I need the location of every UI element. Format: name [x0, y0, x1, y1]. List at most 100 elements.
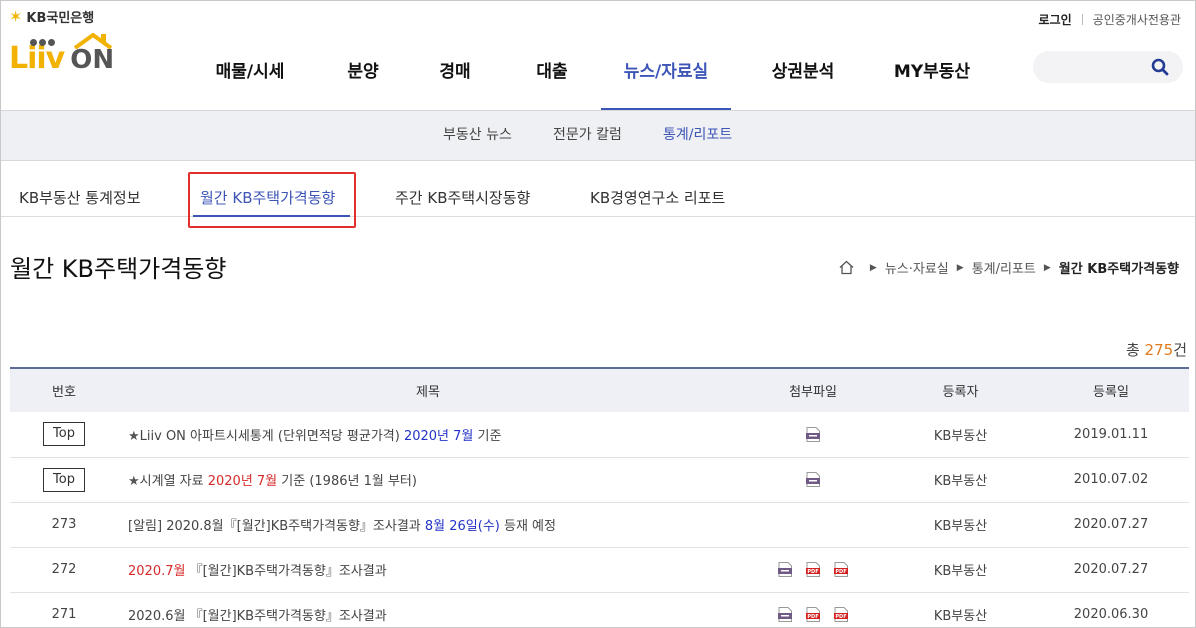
hwp-file-icon[interactable] — [806, 472, 820, 487]
row-number: 272 — [51, 562, 77, 577]
header-title: 제목 — [118, 367, 738, 412]
row-attachment-cell — [738, 457, 888, 503]
title-text: 8월 26일(수) — [424, 519, 500, 534]
svg-text:PDF: PDF — [807, 569, 818, 575]
utility-links: 로그인 공인중개사전용관 — [1039, 11, 1181, 28]
pdf-file-icon[interactable]: PDF — [806, 562, 820, 577]
title-text: 2020년 7월 — [403, 428, 474, 444]
breadcrumb-news[interactable]: 뉴스·자료실 — [885, 258, 949, 277]
kb-bank-label: KB국민은행 — [26, 11, 95, 26]
active-tab-underline — [193, 215, 350, 217]
star-icon: ★ — [128, 474, 140, 489]
svg-text:PDF: PDF — [835, 614, 846, 620]
hwp-file-icon[interactable] — [778, 562, 792, 577]
total-prefix: 총 — [1125, 341, 1145, 359]
row-number-cell: Top — [10, 457, 118, 503]
row-number: 271 — [51, 607, 77, 622]
pdf-file-icon[interactable]: PDF — [834, 607, 848, 622]
kb-bank-logo[interactable]: ✶ KB국민은행 — [9, 7, 94, 26]
gnb-item-commercial[interactable]: 상권분석 — [731, 41, 875, 111]
top-badge: Top — [43, 467, 85, 492]
title-text: [알림] 2020.8월『[월간]KB주택가격동향』조사결과 — [128, 519, 425, 534]
house-roof-icon — [74, 33, 113, 49]
row-title-link[interactable]: [알림] 2020.8월『[월간]KB주택가격동향』조사결과 8월 26일(수)… — [118, 502, 738, 548]
row-attachment-cell: PDF PDF — [738, 547, 888, 593]
gnb-item-listings[interactable]: 매물/시세 — [181, 41, 319, 111]
search-box — [1033, 51, 1183, 83]
breadcrumb-arrow-icon: ▶ — [1043, 262, 1051, 273]
table-row[interactable]: 273 [알림] 2020.8월『[월간]KB주택가격동향』조사결과 8월 26일… — [10, 502, 1189, 548]
header-attachment: 첨부파일 — [738, 367, 888, 412]
subnav-item-news[interactable]: 부동산 뉴스 — [443, 124, 512, 144]
breadcrumb-current: 월간 KB주택가격동향 — [1058, 262, 1179, 277]
row-attachment-cell: PDF PDF — [738, 592, 888, 628]
pdf-file-icon[interactable]: PDF — [806, 607, 820, 622]
row-title-link[interactable]: ★시계열 자료 2020년 7월 기준 (1986년 1월 부터) — [118, 457, 738, 503]
breadcrumb-arrow-icon: ▶ — [956, 262, 964, 273]
gnb-item-my[interactable]: MY부동산 — [875, 41, 989, 111]
row-author: KB부동산 — [888, 412, 1033, 458]
pdf-file-icon[interactable]: PDF — [834, 562, 848, 577]
breadcrumb-arrow-icon: ▶ — [869, 262, 877, 273]
search-icon[interactable] — [1151, 58, 1169, 76]
search-input[interactable] — [1033, 51, 1143, 83]
table-body: Top ★Liiv ON 아파트시세통계 (단위면적당 평균가격) 2020년 7… — [10, 412, 1189, 628]
logo-on-text: ON — [70, 33, 115, 75]
title-text: 2020.6월 『[월간]KB주택가격동향』조사결과 — [128, 609, 387, 624]
logo-on-label: ON — [70, 45, 115, 75]
kb-star-icon: ✶ — [9, 7, 23, 26]
table-row[interactable]: 271 2020.6월 『[월간]KB주택가격동향』조사결과 PDF PDF KB부동산… — [10, 592, 1189, 628]
row-number-cell: 272 — [10, 547, 118, 593]
page-title: 월간 KB주택가격동향 — [10, 255, 227, 283]
row-date: 2010.07.02 — [1033, 457, 1189, 503]
home-icon[interactable] — [839, 260, 854, 275]
row-date: 2019.01.11 — [1033, 412, 1189, 458]
svg-text:PDF: PDF — [835, 569, 846, 575]
row-title-link[interactable]: ★Liiv ON 아파트시세통계 (단위면적당 평균가격) 2020년 7월 기… — [118, 412, 738, 458]
gnb-item-news[interactable]: 뉴스/자료실 — [601, 41, 731, 111]
header-author: 등록자 — [888, 367, 1033, 412]
tab-weekly-housing-market[interactable]: 주간 KB주택시장동향 — [395, 187, 530, 208]
tab-monthly-housing-price[interactable]: 월간 KB주택가격동향 — [200, 187, 335, 208]
hwp-file-icon[interactable] — [778, 607, 792, 622]
breadcrumb: ▶ 뉴스·자료실 ▶ 통계/리포트 ▶ 월간 KB주택가격동향 — [839, 258, 1179, 277]
agent-center-link[interactable]: 공인중개사전용관 — [1093, 11, 1181, 28]
row-number-cell: 271 — [10, 592, 118, 628]
sub-navigation: 부동산 뉴스 전문가 칼럼 통계/리포트 — [1, 110, 1195, 161]
liiv-on-logo[interactable]: Liiv ON — [9, 33, 115, 76]
subnav-item-reports[interactable]: 통계/리포트 — [663, 124, 732, 144]
table-row[interactable]: 272 2020.7월 『[월간]KB주택가격동향』조사결과 PDF PDF KB부동산… — [10, 547, 1189, 593]
gnb-item-presale[interactable]: 분양 — [319, 41, 407, 111]
table-row[interactable]: Top ★Liiv ON 아파트시세통계 (단위면적당 평균가격) 2020년 7… — [10, 412, 1189, 458]
table-header-row: 번호 제목 첨부파일 등록자 등록일 — [10, 367, 1189, 412]
row-number-cell: 273 — [10, 502, 118, 548]
row-attachment-cell — [738, 412, 888, 458]
title-text: 기준 (1986년 1월 부터) — [277, 474, 417, 489]
row-title-link[interactable]: 2020.7월 『[월간]KB주택가격동향』조사결과 — [118, 547, 738, 593]
gnb-item-loan[interactable]: 대출 — [503, 41, 601, 111]
row-author: KB부동산 — [888, 457, 1033, 503]
title-text: 등재 예정 — [499, 519, 556, 534]
row-title-link[interactable]: 2020.6월 『[월간]KB주택가격동향』조사결과 — [118, 592, 738, 628]
header-number: 번호 — [10, 367, 118, 412]
total-count: 총 275건 — [1126, 339, 1187, 360]
header-date: 등록일 — [1033, 367, 1189, 412]
breadcrumb-reports[interactable]: 통계/리포트 — [972, 258, 1036, 277]
tab-kb-statistics[interactable]: KB부동산 통계정보 — [19, 187, 141, 208]
total-suffix: 건 — [1173, 341, 1187, 359]
row-number-cell: Top — [10, 412, 118, 458]
tab-research-report[interactable]: KB경영연구소 리포트 — [590, 187, 725, 208]
title-text: 기준 — [473, 428, 502, 444]
row-author: KB부동산 — [888, 547, 1033, 593]
row-date: 2020.07.27 — [1033, 547, 1189, 593]
table-row[interactable]: Top ★시계열 자료 2020년 7월 기준 (1986년 1월 부터) KB부동… — [10, 457, 1189, 503]
report-tabs: KB부동산 통계정보 월간 KB주택가격동향 주간 KB주택시장동향 KB경영연… — [1, 161, 1195, 217]
logo-liiv-text: Liiv — [9, 41, 65, 76]
hwp-file-icon[interactable] — [806, 426, 820, 442]
login-link[interactable]: 로그인 — [1039, 11, 1072, 28]
gnb-item-auction[interactable]: 경매 — [407, 41, 503, 111]
row-author: KB부동산 — [888, 502, 1033, 548]
row-author: KB부동산 — [888, 592, 1033, 628]
row-number: 273 — [51, 517, 77, 532]
subnav-item-column[interactable]: 전문가 칼럼 — [553, 124, 622, 144]
